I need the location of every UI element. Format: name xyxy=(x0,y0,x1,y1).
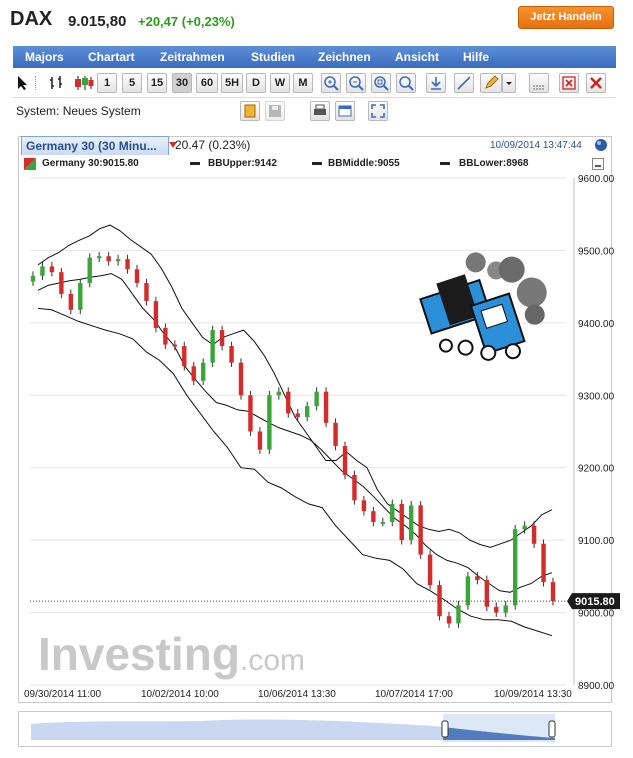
candle-body[interactable] xyxy=(380,522,386,525)
candle-body[interactable] xyxy=(456,605,461,624)
candle-body[interactable] xyxy=(68,293,74,310)
x-tick-label: 10/09/2014 13:30 xyxy=(494,689,572,700)
candle-body[interactable] xyxy=(172,344,178,347)
candle-body[interactable] xyxy=(144,283,149,302)
candle-body[interactable] xyxy=(427,554,433,586)
candle-body[interactable] xyxy=(87,257,92,284)
candle-body[interactable] xyxy=(96,256,102,259)
candle-body[interactable] xyxy=(399,503,404,541)
candle-body[interactable] xyxy=(541,543,546,583)
candle-body[interactable] xyxy=(475,576,480,580)
candle-body[interactable] xyxy=(238,362,244,396)
y-tick-label: 8900.00 xyxy=(578,681,615,692)
candle-body[interactable] xyxy=(522,525,527,530)
candle-body[interactable] xyxy=(267,395,272,450)
candle-body[interactable] xyxy=(59,272,64,294)
navigator[interactable] xyxy=(18,711,612,747)
navigator-left-handle[interactable] xyxy=(441,720,449,738)
watermark-suffix: .com xyxy=(240,644,305,677)
y-tick-label: 9300.00 xyxy=(578,391,615,402)
candle-body[interactable] xyxy=(276,391,282,396)
candle-body[interactable] xyxy=(182,346,187,367)
navigator-right-handle[interactable] xyxy=(548,720,556,738)
x-tick-label: 10/07/2014 17:00 xyxy=(375,689,453,700)
candle-body[interactable] xyxy=(219,330,225,347)
y-tick-label: 9000.00 xyxy=(578,609,615,620)
candle-body[interactable] xyxy=(323,391,329,423)
candle-body[interactable] xyxy=(371,511,376,523)
candle-body[interactable] xyxy=(163,327,168,345)
candle-body[interactable] xyxy=(191,366,196,381)
candle-body[interactable] xyxy=(295,413,300,418)
candle-body[interactable] xyxy=(446,616,452,624)
price-chart[interactable]: 9600.00 9500.00 9400.00 9300.00 9200.00 9100.… xyxy=(0,0,633,758)
candle-body[interactable] xyxy=(286,391,291,414)
candle-body[interactable] xyxy=(465,576,471,606)
navigator-preview[interactable] xyxy=(19,712,611,746)
candle-body[interactable] xyxy=(361,500,367,512)
candle-body[interactable] xyxy=(115,259,121,262)
y-tick-label: 9100.00 xyxy=(578,536,615,547)
candle-body[interactable] xyxy=(484,579,490,607)
watermark-brand: Investing xyxy=(38,628,240,680)
y-tick-label: 9600.00 xyxy=(578,174,615,185)
y-tick-label: 9200.00 xyxy=(578,464,615,475)
x-tick-label: 10/02/2014 10:00 xyxy=(141,689,219,700)
candle-body[interactable] xyxy=(200,362,206,381)
candle-body[interactable] xyxy=(550,582,556,602)
candle-body[interactable] xyxy=(342,445,348,475)
candle-body[interactable] xyxy=(106,256,111,262)
last-price-label: 9015.80 xyxy=(575,596,615,608)
candle-body[interactable] xyxy=(352,474,357,501)
candle-body[interactable] xyxy=(437,585,442,617)
plot-area xyxy=(30,178,566,685)
candle-body[interactable] xyxy=(257,431,263,450)
candle-body[interactable] xyxy=(49,266,55,273)
candle-body[interactable] xyxy=(229,346,234,363)
candle-body[interactable] xyxy=(418,505,423,555)
candle-body[interactable] xyxy=(512,529,518,606)
y-tick-label: 9500.00 xyxy=(578,246,615,257)
candle-body[interactable] xyxy=(494,606,499,613)
candle-body[interactable] xyxy=(78,283,83,310)
candle-body[interactable] xyxy=(125,259,130,270)
candle-body[interactable] xyxy=(153,301,159,328)
candle-body[interactable] xyxy=(304,406,310,418)
candle-body[interactable] xyxy=(210,330,215,363)
candle-body[interactable] xyxy=(408,505,414,541)
candle-body[interactable] xyxy=(30,275,36,282)
candle-body[interactable] xyxy=(531,525,537,544)
candle-body[interactable] xyxy=(333,422,338,446)
candle-body[interactable] xyxy=(314,391,319,407)
candle-body[interactable] xyxy=(40,266,45,276)
x-tick-label: 10/06/2014 13:30 xyxy=(258,689,336,700)
candle-body[interactable] xyxy=(503,605,508,613)
candle-body[interactable] xyxy=(134,269,140,284)
candle-body[interactable] xyxy=(390,503,395,523)
candle-body[interactable] xyxy=(248,395,253,432)
y-tick-label: 9400.00 xyxy=(578,319,615,330)
x-tick-label: 09/30/2014 11:00 xyxy=(24,689,102,700)
